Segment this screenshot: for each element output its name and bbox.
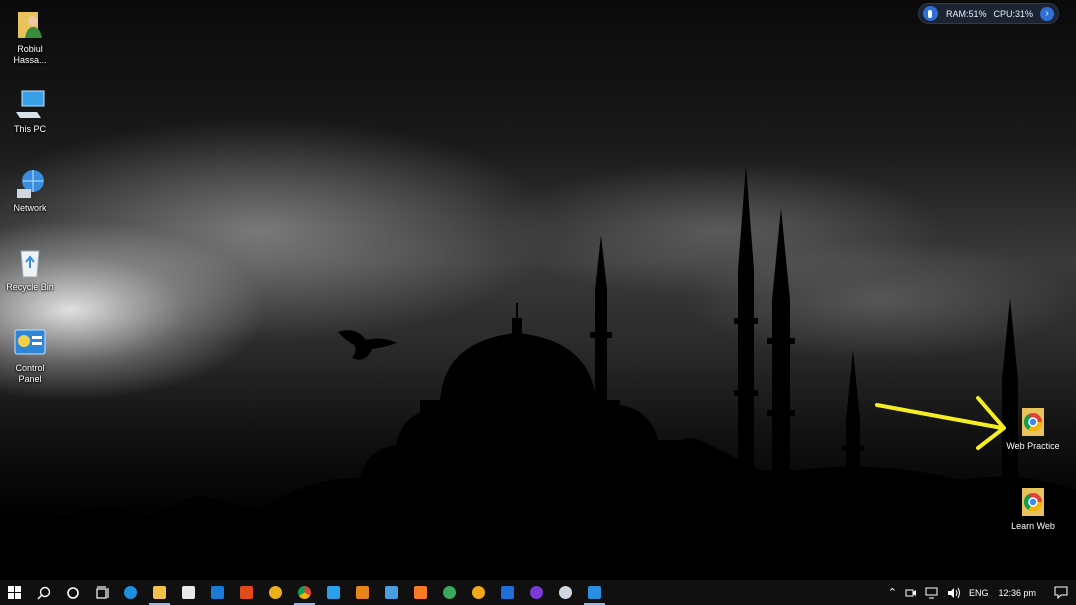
app-green-icon <box>443 586 456 599</box>
network-tray-button[interactable] <box>925 587 939 599</box>
app-bird-icon <box>559 586 572 599</box>
github-icon <box>530 586 543 599</box>
computer-icon <box>16 90 45 118</box>
language-label: ENG <box>968 587 989 598</box>
office-icon <box>240 586 253 599</box>
taskbar-app-blue[interactable] <box>319 580 348 605</box>
desktop: Robiul Hassa... This PC Network Recycle … <box>0 0 1076 580</box>
taskbar-app-xampp[interactable] <box>406 580 435 605</box>
chrome-folder-icon <box>1022 408 1044 436</box>
chrome-icon <box>298 586 311 599</box>
vpn-shield-icon <box>501 586 514 599</box>
app-orange-icon <box>356 586 369 599</box>
desktop-icon-label: This PC <box>13 124 46 134</box>
cortana-icon <box>66 586 79 599</box>
task-view-button[interactable] <box>87 580 116 605</box>
desktop-icon-control-panel[interactable]: Control Panel <box>0 327 60 385</box>
desktop-icon-user-folder[interactable]: Robiul Hassa... <box>0 8 60 66</box>
network-tray-icon <box>925 587 938 598</box>
volume-button[interactable] <box>947 587 961 599</box>
cpu-usage: CPU:31% <box>993 8 1034 19</box>
annotation-arrow <box>875 396 1006 450</box>
desktop-icon-label: Robiul Hassa... <box>13 44 47 65</box>
chrome-folder-icon <box>1022 488 1044 516</box>
store-icon <box>182 586 195 599</box>
notification-center-button[interactable] <box>1046 580 1076 605</box>
meet-now-icon <box>905 589 916 596</box>
app-chrome-canary-icon <box>472 586 485 599</box>
taskbar-app-file-explorer[interactable] <box>145 580 174 605</box>
app-blue-icon <box>327 586 340 599</box>
ram-usage: RAM:51% <box>945 8 987 19</box>
edge-icon <box>124 586 137 599</box>
mail-icon <box>211 586 224 599</box>
desktop-icon-label: Network <box>13 203 47 213</box>
app-yellow-icon <box>269 586 282 599</box>
meet-now-button[interactable] <box>905 587 917 599</box>
taskbar-app-bird[interactable] <box>551 580 580 605</box>
taskbar-app-orange[interactable] <box>348 580 377 605</box>
start-button[interactable] <box>0 580 29 605</box>
remote-desktop-icon <box>385 586 398 599</box>
desktop-icon-web-practice[interactable]: Web Practice <box>1003 405 1063 452</box>
start-icon <box>8 586 21 599</box>
taskbar-app-chrome[interactable] <box>290 580 319 605</box>
system-tray: ⌃ ENG 12:36 pm <box>884 580 1076 605</box>
taskbar-app-github[interactable] <box>522 580 551 605</box>
control-panel-icon <box>14 329 46 355</box>
taskbar-app-vscode[interactable] <box>580 580 609 605</box>
network-icon <box>17 170 44 198</box>
user-folder-icon <box>18 12 42 38</box>
desktop-icon-label: Learn Web <box>1011 521 1055 531</box>
search-icon <box>37 586 50 599</box>
recycle-bin-icon <box>20 250 40 278</box>
taskbar-app-vpn[interactable] <box>493 580 522 605</box>
task-view-icon <box>95 585 109 599</box>
taskbar-app-remote-desktop[interactable] <box>377 580 406 605</box>
clock-time: 12:36 pm <box>998 587 1036 598</box>
desktop-icon-network[interactable]: Network <box>0 167 60 214</box>
arrow-right-icon[interactable]: › <box>1040 6 1054 21</box>
desktop-icon-learn-web[interactable]: Learn Web <box>1003 485 1063 532</box>
search-button[interactable] <box>29 580 58 605</box>
desktop-icon-recycle-bin[interactable]: Recycle Bin <box>0 246 60 293</box>
show-hidden-icons-button[interactable]: ⌃ <box>888 586 897 599</box>
file-explorer-icon <box>153 586 166 599</box>
taskbar: ⌃ ENG 12:36 pm <box>0 580 1076 605</box>
chevron-up-icon: ⌃ <box>887 587 897 599</box>
desktop-icon-label: Recycle Bin <box>6 282 54 292</box>
mosque-silhouette-wallpaper <box>0 165 1076 580</box>
cortana-button[interactable] <box>58 580 87 605</box>
desktop-icon-label: Control Panel <box>15 363 45 384</box>
taskbar-app-yellow[interactable] <box>261 580 290 605</box>
desktop-icon-label: Web Practice <box>1006 441 1060 451</box>
taskbar-app-office[interactable] <box>232 580 261 605</box>
vscode-icon <box>588 586 601 599</box>
xampp-icon <box>414 586 427 599</box>
taskbar-app-mail[interactable] <box>203 580 232 605</box>
volume-icon <box>947 587 960 598</box>
desktop-icon-this-pc[interactable]: This PC <box>0 88 60 135</box>
taskbar-app-edge[interactable] <box>116 580 145 605</box>
system-monitor-widget[interactable]: RAM:51% CPU:31% › <box>918 3 1059 24</box>
clock[interactable]: 12:36 pm <box>998 588 1036 598</box>
language-indicator[interactable]: ENG <box>969 588 989 598</box>
microphone-icon[interactable] <box>923 6 938 21</box>
notification-icon <box>1054 586 1068 599</box>
taskbar-app-store[interactable] <box>174 580 203 605</box>
taskbar-app-green[interactable] <box>435 580 464 605</box>
taskbar-app-chrome-canary[interactable] <box>464 580 493 605</box>
